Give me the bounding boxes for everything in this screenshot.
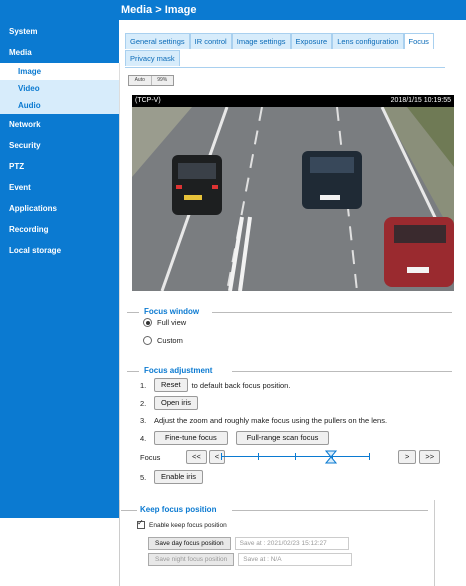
step-4-row: 4. Fine-tune focus Full-range scan focus bbox=[140, 431, 330, 445]
sidebar-item-security[interactable]: Security bbox=[0, 135, 119, 156]
live-video-view[interactable]: (TCP-V) 2018/1/15 10:19:55 bbox=[132, 95, 454, 291]
sidebar-item-ptz[interactable]: PTZ bbox=[0, 156, 119, 177]
focus-forward-controls: > >> bbox=[398, 450, 441, 464]
tab-image-settings[interactable]: Image settings bbox=[231, 33, 291, 49]
page-title: Media > Image bbox=[121, 4, 197, 16]
video-frame-image bbox=[132, 107, 454, 291]
full-view-radio[interactable] bbox=[143, 318, 152, 327]
save-night-focus-button[interactable]: Save night focus position bbox=[148, 553, 235, 566]
step-5-row: 5. Enable iris bbox=[140, 470, 204, 484]
video-timestamp: 2018/1/15 10:19:55 bbox=[390, 97, 451, 104]
keep-focus-divider-left bbox=[121, 510, 137, 511]
tab-exposure[interactable]: Exposure bbox=[290, 33, 333, 49]
sidebar-item-applications[interactable]: Applications bbox=[0, 198, 119, 219]
sidebar-item-event[interactable]: Event bbox=[0, 177, 119, 198]
step-3-number: 3. bbox=[140, 416, 147, 425]
sidebar-subitem-video[interactable]: Video bbox=[0, 80, 119, 97]
enable-keep-focus-checkbox[interactable] bbox=[137, 518, 145, 529]
sidebar-subitem-audio[interactable]: Audio bbox=[0, 97, 119, 114]
focus-adjustment-title: Focus adjustment bbox=[144, 366, 213, 375]
full-range-scan-focus-button[interactable]: Full-range scan focus bbox=[235, 431, 330, 445]
custom-label: Custom bbox=[157, 336, 183, 345]
step-1-text: to default back focus position. bbox=[191, 380, 291, 390]
sidebar-item-system[interactable]: System bbox=[0, 21, 119, 42]
focus-fast-forward-button[interactable]: >> bbox=[419, 450, 441, 464]
sidebar-submenu-media: Image Video Audio bbox=[0, 63, 119, 114]
sidebar-item-media[interactable]: Media bbox=[0, 42, 119, 63]
sidebar-item-recording[interactable]: Recording bbox=[0, 219, 119, 240]
auto-size-button[interactable]: Auto bbox=[129, 76, 152, 85]
focus-window-divider-right bbox=[212, 312, 452, 313]
sidebar-item-network[interactable]: Network bbox=[0, 114, 119, 135]
focus-label: Focus bbox=[140, 452, 161, 462]
enable-keep-focus-row[interactable]: Enable keep focus position bbox=[137, 518, 227, 529]
full-view-label: Full view bbox=[157, 318, 187, 327]
sidebar-item-local-storage[interactable]: Local storage bbox=[0, 240, 119, 261]
step-1-number: 1. bbox=[140, 380, 147, 390]
sidebar-subitem-image[interactable]: Image bbox=[0, 63, 119, 80]
open-iris-button[interactable]: Open iris bbox=[154, 396, 199, 410]
focus-control-row: Focus << < bbox=[140, 450, 226, 464]
enable-iris-button[interactable]: Enable iris bbox=[154, 470, 204, 484]
reset-button[interactable]: Reset bbox=[154, 378, 188, 392]
step-4-number: 4. bbox=[140, 433, 147, 443]
custom-radio[interactable] bbox=[143, 336, 152, 345]
focus-forward-button[interactable]: > bbox=[398, 450, 417, 464]
step-3-row: 3. Adjust the zoom and roughly make focu… bbox=[140, 416, 387, 425]
slider-tick bbox=[221, 453, 222, 460]
tab-general-settings[interactable]: General settings bbox=[125, 33, 190, 49]
keep-focus-title: Keep focus position bbox=[140, 505, 217, 514]
step-2-row: 2. Open iris bbox=[140, 396, 199, 410]
percent-size-button[interactable]: 99% bbox=[152, 76, 174, 85]
stream-label: (TCP-V) bbox=[135, 97, 161, 104]
option-full-view[interactable]: Full view bbox=[143, 318, 186, 327]
save-day-focus-button[interactable]: Save day focus position bbox=[148, 537, 231, 550]
page-header: Media > Image bbox=[119, 0, 466, 20]
save-day-row: Save day focus position Save at : 2021/0… bbox=[148, 537, 349, 550]
focus-fast-back-button[interactable]: << bbox=[186, 450, 207, 464]
focus-slider[interactable] bbox=[221, 450, 370, 464]
sidebar: System Media Image Video Audio Network S… bbox=[0, 0, 119, 518]
save-night-row: Save night focus position Save at : N/A bbox=[148, 553, 353, 566]
tab-lens-configuration[interactable]: Lens configuration bbox=[332, 33, 404, 49]
step-3-text: Adjust the zoom and roughly make focus u… bbox=[154, 416, 388, 425]
step-1-row: 1. Reset to default back focus position. bbox=[140, 378, 290, 392]
keep-focus-divider-right bbox=[232, 510, 428, 511]
slider-tick bbox=[295, 453, 296, 460]
focus-adjustment-divider-right bbox=[232, 371, 452, 372]
slider-tick bbox=[369, 453, 370, 460]
option-custom[interactable]: Custom bbox=[143, 336, 183, 345]
tab-focus[interactable]: Focus bbox=[403, 33, 434, 49]
save-day-value: Save at : 2021/02/23 15:12:27 bbox=[234, 537, 349, 550]
slider-tick bbox=[258, 453, 259, 460]
slider-handle[interactable] bbox=[325, 450, 338, 464]
step-2-number: 2. bbox=[140, 398, 147, 408]
focus-back-button[interactable]: < bbox=[208, 450, 226, 464]
focus-window-title: Focus window bbox=[144, 307, 200, 316]
enable-keep-focus-label: Enable keep focus position bbox=[149, 521, 227, 529]
focus-window-divider-left bbox=[127, 312, 139, 313]
tab-ir-control[interactable]: IR control bbox=[189, 33, 232, 49]
step-5-number: 5. bbox=[140, 472, 147, 482]
save-night-value: Save at : N/A bbox=[238, 553, 353, 566]
focus-adjustment-divider-left bbox=[127, 371, 139, 372]
view-size-controls[interactable]: Auto 99% bbox=[128, 75, 174, 86]
video-caption-bar: (TCP-V) 2018/1/15 10:19:55 bbox=[132, 95, 454, 107]
fine-tune-focus-button[interactable]: Fine-tune focus bbox=[154, 431, 228, 445]
